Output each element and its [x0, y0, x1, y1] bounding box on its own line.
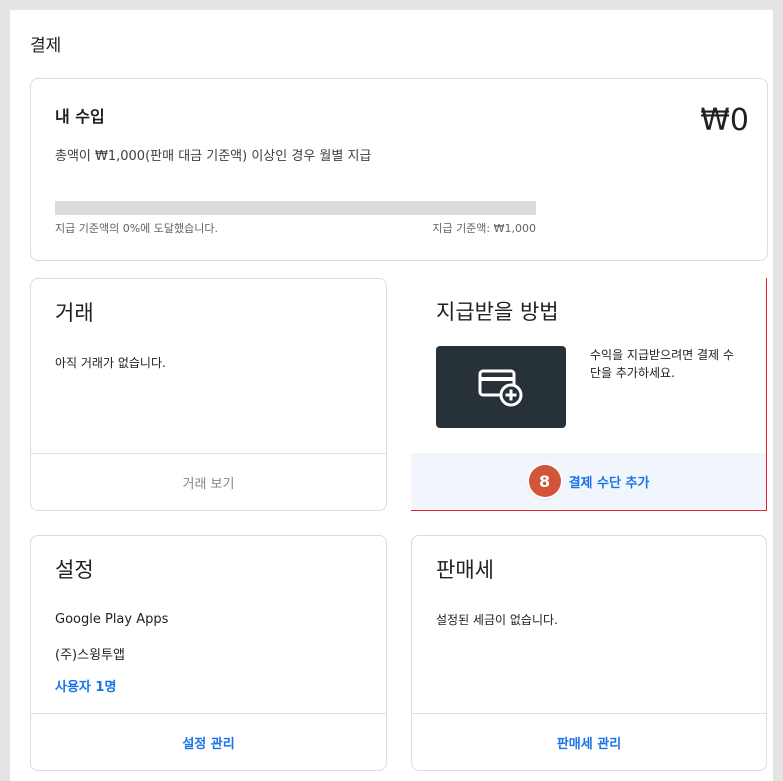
- settings-company: (주)스윙투앱: [55, 648, 125, 663]
- sales-tax-footer: 판매세 관리: [412, 713, 766, 770]
- settings-users-link[interactable]: 사용자 1명: [55, 676, 116, 695]
- sales-tax-empty-text: 설정된 세금이 없습니다.: [436, 613, 558, 627]
- step-number-badge: 8: [528, 465, 561, 497]
- settings-card: 설정 Google Play Apps (주)스윙투앱 사용자 1명 설정 관리: [30, 535, 387, 771]
- payout-threshold-label: 지급 기준액: ₩1,000: [432, 222, 536, 235]
- payment-methods-title: 지급받을 방법: [436, 300, 559, 324]
- transactions-empty-text: 아직 거래가 없습니다.: [55, 356, 166, 370]
- view-transactions-button[interactable]: 거래 보기: [183, 473, 235, 492]
- payment-method-illustration: [436, 346, 566, 428]
- payments-page: 결제 내 수입 ₩0 총액이 ₩1,000(판매 대금 기준액) 이상인 경우 …: [10, 10, 773, 781]
- income-card: 내 수입 ₩0 총액이 ₩1,000(판매 대금 기준액) 이상인 경우 월별 …: [30, 78, 768, 261]
- payment-methods-description: 수익을 지급받으려면 결제 수단을 추가하세요.: [590, 348, 734, 380]
- transactions-card: 거래 아직 거래가 없습니다. 거래 보기: [30, 278, 387, 511]
- payout-progress-bar: [55, 201, 536, 215]
- income-title: 내 수입: [55, 107, 105, 126]
- income-description: 총액이 ₩1,000(판매 대금 기준액) 이상인 경우 월별 지급: [55, 149, 372, 164]
- payment-methods-card: 지급받을 방법 수익을 지급받으려면 결제 수단을 추가하세요. 8 결제 수단…: [411, 278, 767, 511]
- card-add-icon: [478, 369, 523, 407]
- settings-title: 설정: [55, 558, 94, 582]
- income-balance: ₩0: [700, 103, 749, 138]
- settings-app-name: Google Play Apps: [55, 612, 169, 627]
- add-payment-method-button[interactable]: 결제 수단 추가: [569, 472, 650, 491]
- payment-methods-footer: 8 결제 수단 추가: [411, 453, 767, 509]
- sales-tax-card: 판매세 설정된 세금이 없습니다. 판매세 관리: [411, 535, 767, 771]
- manage-settings-button[interactable]: 설정 관리: [182, 733, 234, 752]
- settings-footer: 설정 관리: [31, 713, 386, 770]
- transactions-footer: 거래 보기: [31, 453, 386, 510]
- manage-sales-tax-button[interactable]: 판매세 관리: [557, 733, 621, 752]
- transactions-title: 거래: [55, 301, 94, 325]
- sales-tax-title: 판매세: [436, 558, 494, 582]
- progress-status-label: 지급 기준액의 0%에 도달했습니다.: [55, 222, 218, 235]
- page-title: 결제: [30, 36, 62, 56]
